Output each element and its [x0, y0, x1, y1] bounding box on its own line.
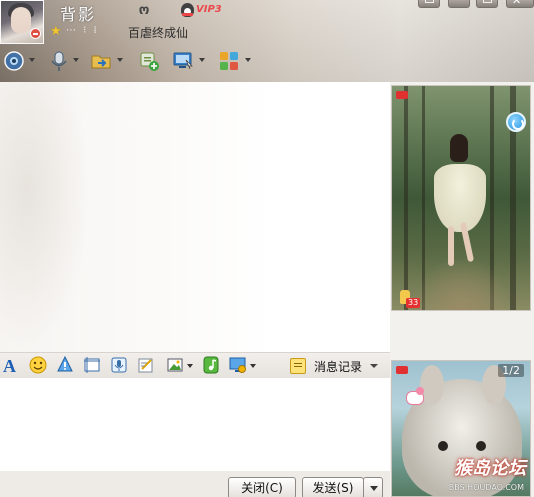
send-options-dropdown[interactable] [363, 477, 383, 497]
screen-share-dropdown-icon[interactable] [250, 364, 256, 368]
page-indicator[interactable]: 1/2 [498, 364, 524, 377]
qq-status-icon[interactable]: ო [137, 4, 151, 18]
figure-leg [448, 226, 454, 266]
voice-call-dropdown-icon[interactable] [73, 58, 79, 62]
tree-trunk [404, 86, 408, 310]
watermark-logo: 猴岛论坛 [454, 458, 526, 479]
figure-dress [434, 164, 486, 232]
apps-icon[interactable] [218, 50, 240, 72]
chat-header: 背影 ★ ⋯ ⁝ ⁞ ო VIP3 百虐终成仙 ✕ [0, 0, 534, 82]
skin-button[interactable] [418, 0, 440, 8]
watermark-url: BBS.HOUDAO.COM [448, 483, 524, 492]
voice-message-icon[interactable] [110, 356, 128, 374]
unicorn-pet-icon[interactable] [402, 385, 428, 407]
remote-assist-dropdown-icon[interactable] [199, 58, 205, 62]
rabbit-eye [438, 441, 448, 451]
video-call-icon[interactable] [3, 50, 25, 72]
shake-window-icon[interactable] [56, 356, 74, 374]
figure-hair [450, 134, 468, 162]
vip-label: VIP3 [196, 4, 222, 15]
avatar[interactable] [0, 0, 44, 44]
send-file-icon[interactable] [90, 50, 112, 72]
message-history-area[interactable] [0, 82, 390, 352]
video-call-dropdown-icon[interactable] [29, 58, 35, 62]
send-image-dropdown-icon[interactable] [187, 364, 193, 368]
close-button[interactable]: 关闭(C) [228, 477, 296, 497]
screenshot-icon[interactable] [83, 356, 101, 374]
forest-path [412, 256, 512, 310]
minimize-button[interactable] [448, 0, 470, 8]
my-show-image[interactable]: 1/2 猴岛论坛 BBS.HOUDAO.COM [391, 360, 531, 497]
message-history-label: 消息记录 [314, 359, 363, 374]
music-icon[interactable] [202, 356, 220, 374]
penguin-icon [181, 3, 194, 17]
close-window-button[interactable]: ✕ [506, 0, 534, 8]
font-icon[interactable]: A [2, 356, 20, 374]
close-icon: ✕ [512, 0, 522, 7]
avatar-face [11, 7, 31, 33]
send-button[interactable]: 发送(S) [302, 477, 364, 497]
busy-status-icon [30, 28, 41, 39]
emoji-icon[interactable] [29, 356, 47, 374]
refresh-icon[interactable] [506, 112, 526, 132]
screen-share-icon[interactable] [229, 356, 247, 374]
send-image-icon[interactable] [166, 356, 184, 374]
show-badge-icon[interactable] [396, 364, 414, 376]
bottom-button-bar: 关闭(C) 发送(S) [0, 471, 390, 497]
message-history-button[interactable]: 消息记录 [290, 356, 379, 376]
send-file-dropdown-icon[interactable] [117, 58, 123, 62]
input-toolbar: A 消息记录 [0, 352, 390, 378]
svg-text:A: A [3, 356, 16, 374]
apps-dropdown-icon[interactable] [245, 58, 251, 62]
remote-assist-icon[interactable] [172, 50, 194, 72]
maximize-button[interactable] [476, 0, 498, 8]
message-history-icon [290, 358, 306, 374]
like-count: 33 [406, 298, 421, 308]
level-dots: ⋯ ⁝ ⁞ [66, 25, 99, 36]
contact-nickname: 背影 [60, 5, 97, 24]
message-input[interactable] [0, 378, 390, 471]
message-history-dropdown-icon[interactable] [370, 364, 379, 368]
level-star-icon: ★ [50, 24, 62, 39]
rabbit-eye [476, 441, 486, 451]
voice-call-icon[interactable] [48, 50, 70, 72]
show-badge-icon[interactable] [396, 89, 414, 101]
contact-signature: 百虐终成仙 [128, 26, 189, 40]
chat-toolbar [0, 48, 270, 76]
contact-show-image[interactable]: 33 [391, 85, 531, 311]
qq-show-panel: 33 1/2 猴岛论坛 BBS.HOUDAO.COM [390, 82, 534, 497]
doodle-icon[interactable] [137, 356, 155, 374]
create-discussion-icon[interactable] [138, 50, 160, 72]
